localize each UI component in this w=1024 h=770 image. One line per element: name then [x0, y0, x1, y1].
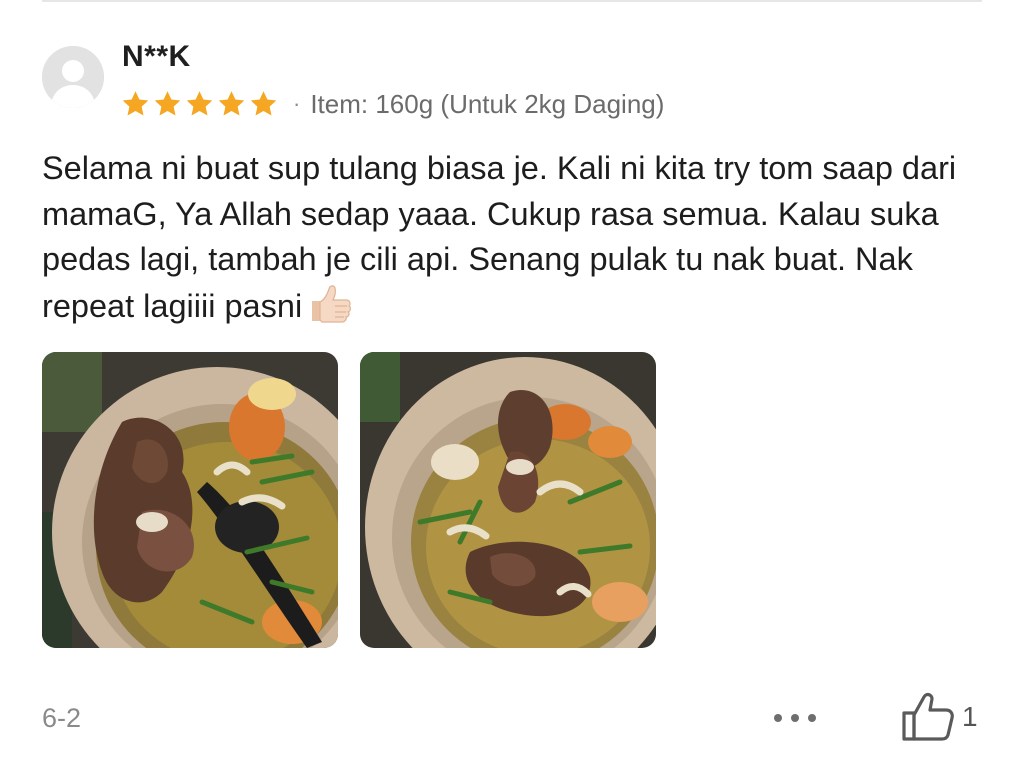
thumbs-up-outline-icon	[902, 692, 954, 741]
divider	[42, 0, 982, 2]
soup-photo-1	[42, 352, 338, 648]
star-rating	[120, 89, 279, 119]
review-photo-1[interactable]	[42, 352, 338, 648]
user-icon	[42, 46, 104, 108]
avatar[interactable]	[42, 46, 104, 108]
review-body: Selama ni buat sup tulang biasa je. Kali…	[42, 146, 992, 335]
more-dots-icon	[774, 714, 816, 722]
separator-dot: ·	[293, 91, 301, 116]
thumbs-up-icon	[308, 283, 354, 336]
review-photo-2[interactable]	[360, 352, 656, 648]
star-icon	[152, 89, 183, 119]
username: N**K	[122, 40, 191, 73]
review-date: 6-2	[42, 703, 82, 733]
more-options-button[interactable]	[770, 700, 820, 736]
review-photos	[42, 352, 656, 648]
star-icon	[184, 89, 215, 119]
rating-row: · Item: 160g (Untuk 2kg Daging)	[120, 86, 664, 122]
variant-text: Item: 160g (Untuk 2kg Daging)	[310, 89, 665, 119]
star-icon	[248, 89, 279, 119]
star-icon	[120, 89, 151, 119]
star-icon	[216, 89, 247, 119]
soup-photo-2	[360, 352, 656, 648]
like-button[interactable]: 1	[900, 688, 978, 746]
review-body-text: Selama ni buat sup tulang biasa je. Kali…	[42, 150, 957, 324]
review-card: N**K · Item: 160g (Untuk 2kg Daging) Sel…	[0, 0, 1024, 770]
like-count: 1	[962, 701, 978, 732]
